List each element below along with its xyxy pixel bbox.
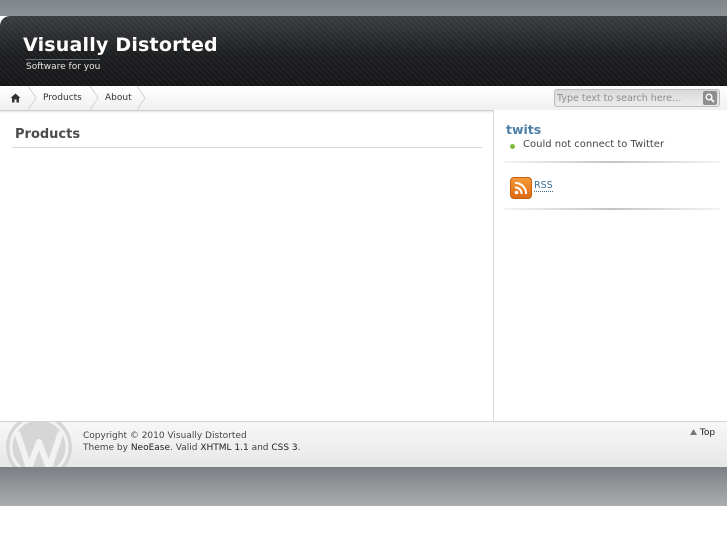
page-top-strip bbox=[0, 0, 727, 16]
rss-icon-glyph bbox=[514, 182, 527, 195]
footer-credits: Theme by NeoEase. Valid XHTML 1.1 and CS… bbox=[83, 443, 301, 453]
xhtml-link[interactable]: XHTML 1.1 bbox=[200, 443, 248, 453]
wordpress-logo-icon bbox=[6, 422, 72, 468]
page-title: Products bbox=[15, 127, 81, 142]
list-bullet-icon bbox=[510, 144, 515, 149]
nav-separator-chevron bbox=[136, 86, 146, 110]
footer-valid-text: . Valid bbox=[170, 443, 201, 453]
footer-end-text: . bbox=[297, 443, 301, 453]
twits-status-message: Could not connect to Twitter bbox=[523, 139, 665, 150]
site-description: Software for you bbox=[26, 59, 101, 72]
nav-item-about[interactable]: About bbox=[105, 86, 132, 110]
footer-copyright: Copyright © 2010 Visually Distorted bbox=[83, 431, 247, 441]
rss-icon[interactable] bbox=[510, 177, 532, 199]
twits-widget-title: twits bbox=[506, 122, 542, 137]
search-icon bbox=[705, 93, 715, 103]
search-button[interactable] bbox=[703, 91, 717, 105]
title-divider bbox=[12, 147, 482, 148]
nav-separator-chevron bbox=[27, 86, 37, 110]
sidebar-divider bbox=[504, 161, 720, 163]
home-icon bbox=[10, 93, 21, 103]
nav-separator-chevron bbox=[89, 86, 99, 110]
footer-theme-by: Theme by bbox=[83, 443, 131, 453]
nav-home-button[interactable] bbox=[6, 86, 24, 110]
search-box bbox=[554, 89, 720, 107]
site-title[interactable]: Visually Distorted bbox=[23, 34, 218, 56]
site-footer: Copyright © 2010 Visually Distorted Them… bbox=[0, 421, 727, 468]
page-bottom-strip bbox=[0, 467, 727, 506]
css-link[interactable]: CSS 3 bbox=[271, 443, 297, 453]
sidebar-divider bbox=[504, 208, 720, 210]
nav-item-products[interactable]: Products bbox=[43, 86, 82, 110]
back-to-top-link[interactable]: Top bbox=[690, 428, 715, 438]
footer-and-text: and bbox=[248, 443, 272, 453]
sidebar: twits Could not connect to Twitter RSS bbox=[493, 110, 727, 421]
back-to-top-label: Top bbox=[699, 428, 716, 438]
rss-link[interactable]: RSS bbox=[534, 180, 553, 192]
navigation-bar: Products About bbox=[0, 86, 727, 111]
arrow-up-icon bbox=[690, 429, 697, 435]
site-header: Visually Distorted Software for you bbox=[0, 16, 727, 86]
theme-author-link[interactable]: NeoEase bbox=[131, 443, 170, 453]
search-input[interactable] bbox=[557, 90, 697, 106]
